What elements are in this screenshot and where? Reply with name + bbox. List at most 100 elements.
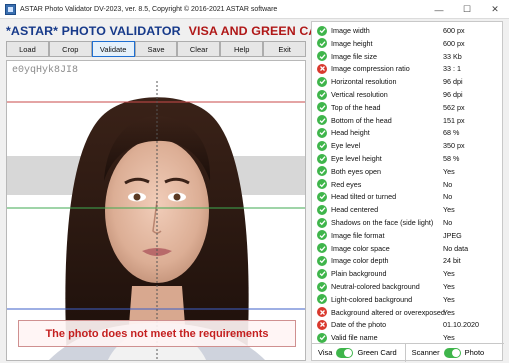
clear-button[interactable]: Clear (177, 41, 221, 57)
check-value: Yes (443, 333, 455, 343)
check-label: Bottom of the head (331, 115, 392, 125)
check-label: Head tilted or turned (331, 192, 397, 202)
check-ok-icon (317, 294, 327, 305)
check-row: Image color depth 24 bit (312, 254, 504, 267)
validation-error-banner: The photo does not meet the requirements (18, 320, 296, 347)
check-row: Shadows on the face (side light) No (312, 216, 504, 229)
check-row: Red eyes No (312, 178, 504, 191)
check-row: Neutral-colored background Yes (312, 280, 504, 293)
check-ok-icon (317, 115, 327, 126)
check-ok-icon (317, 204, 327, 215)
check-label: Date of the photo (331, 320, 387, 330)
checks-panel: Image width 600 px Image height 600 px Image… (311, 21, 504, 362)
check-ok-icon (317, 153, 327, 164)
check-value: 600 px (443, 26, 465, 35)
check-label: Eye level height (331, 154, 382, 163)
save-button[interactable]: Save (134, 41, 178, 57)
check-ok-icon (317, 140, 327, 151)
check-label: Image compression ratio (331, 64, 410, 74)
check-value: 600 px (443, 38, 465, 48)
check-row: Light-colored background Yes (312, 293, 504, 306)
check-ok-icon (317, 243, 327, 254)
green-card-label: Green Card (357, 348, 397, 357)
check-label: Both eyes open (331, 166, 381, 176)
check-value: 96 dpi (443, 77, 463, 87)
check-label: Image file size (331, 51, 377, 61)
check-label: Plain background (331, 269, 387, 279)
check-row: Horizontal resolution 96 dpi (312, 75, 504, 88)
check-ok-icon (317, 191, 327, 202)
check-value: Yes (443, 205, 455, 215)
check-row: Head height 68 % (312, 126, 504, 139)
visa-greencard-toggle[interactable] (336, 347, 354, 358)
check-ok-icon (317, 217, 327, 228)
check-value: No data (443, 243, 469, 253)
window-controls: — ☐ ✕ (425, 0, 509, 19)
exit-button[interactable]: Exit (263, 41, 307, 57)
check-value: 562 px (443, 102, 465, 112)
close-button[interactable]: ✕ (481, 0, 509, 19)
check-row: Image compression ratio 33 : 1 (312, 62, 504, 75)
check-value: No (443, 179, 453, 189)
check-fail-icon (317, 319, 327, 330)
app-headline: *ASTAR* PHOTO VALIDATOR VISA AND GREEN C… (6, 21, 397, 40)
check-label: Red eyes (331, 179, 362, 189)
portrait-image (7, 61, 305, 360)
crop-button[interactable]: Crop (48, 41, 92, 57)
check-row: Eye level 350 px (312, 139, 504, 152)
check-value: Yes (443, 166, 455, 176)
check-value: 33 : 1 (443, 64, 461, 74)
scanner-photo-toggle[interactable] (443, 347, 461, 358)
check-row: Image width 600 px (312, 24, 504, 37)
check-ok-icon (317, 102, 327, 113)
check-label: Head height (331, 128, 370, 138)
check-value: Yes (443, 294, 455, 304)
check-row: Image color space No data (312, 242, 504, 255)
check-label: Top of the head (331, 102, 381, 112)
check-label: Image color depth (331, 256, 389, 266)
check-ok-icon (317, 230, 327, 241)
check-fail-icon (317, 63, 327, 74)
photo-preview[interactable]: e0yqHyk8JI8 The photo does not meet the … (6, 60, 306, 361)
check-row: Eye level height 58 % (312, 152, 504, 165)
check-label: Image width (331, 26, 370, 35)
check-value: Yes (443, 269, 455, 279)
check-value: No (443, 218, 453, 227)
check-label: Eye level (331, 141, 361, 151)
check-ok-icon (317, 89, 327, 100)
maximize-button[interactable]: ☐ (453, 0, 481, 19)
check-label: Head centered (331, 205, 379, 215)
check-ok-icon (317, 25, 327, 36)
check-value: JPEG (443, 230, 462, 240)
help-button[interactable]: Help (220, 41, 264, 57)
check-ok-icon (317, 255, 327, 266)
check-value: Yes (443, 307, 455, 317)
mode-bar: Visa Green Card Scanner Photo (312, 343, 504, 362)
check-row: Both eyes open Yes (312, 165, 504, 178)
checks-list: Image width 600 px Image height 600 px Image… (312, 22, 504, 343)
load-button[interactable]: Load (6, 41, 49, 57)
scanner-label: Scanner (411, 348, 440, 357)
check-row: Image height 600 px (312, 37, 504, 50)
check-ok-icon (317, 268, 327, 279)
check-value: 68 % (443, 128, 460, 138)
check-row: Date of the photo 01.10.2020 (312, 318, 504, 331)
check-ok-icon (317, 76, 327, 87)
check-label: Image file format (331, 230, 385, 240)
check-value: Yes (443, 282, 455, 291)
check-ok-icon (317, 127, 327, 138)
check-ok-icon (317, 281, 327, 292)
check-label: Valid file name (331, 333, 378, 343)
check-row: Plain background Yes (312, 267, 504, 280)
check-ok-icon (317, 38, 327, 49)
photo-label: Photo (464, 348, 485, 357)
divider (404, 343, 406, 362)
minimize-button[interactable]: — (425, 0, 453, 19)
check-value: 58 % (443, 154, 460, 163)
left-panel: *ASTAR* PHOTO VALIDATOR VISA AND GREEN C… (6, 21, 397, 361)
validate-button[interactable]: Validate (91, 41, 135, 57)
check-value: 24 bit (443, 256, 461, 266)
check-value: 01.10.2020 (443, 320, 479, 330)
check-label: Light-colored background (331, 294, 413, 304)
check-label: Shadows on the face (side light) (331, 218, 434, 227)
